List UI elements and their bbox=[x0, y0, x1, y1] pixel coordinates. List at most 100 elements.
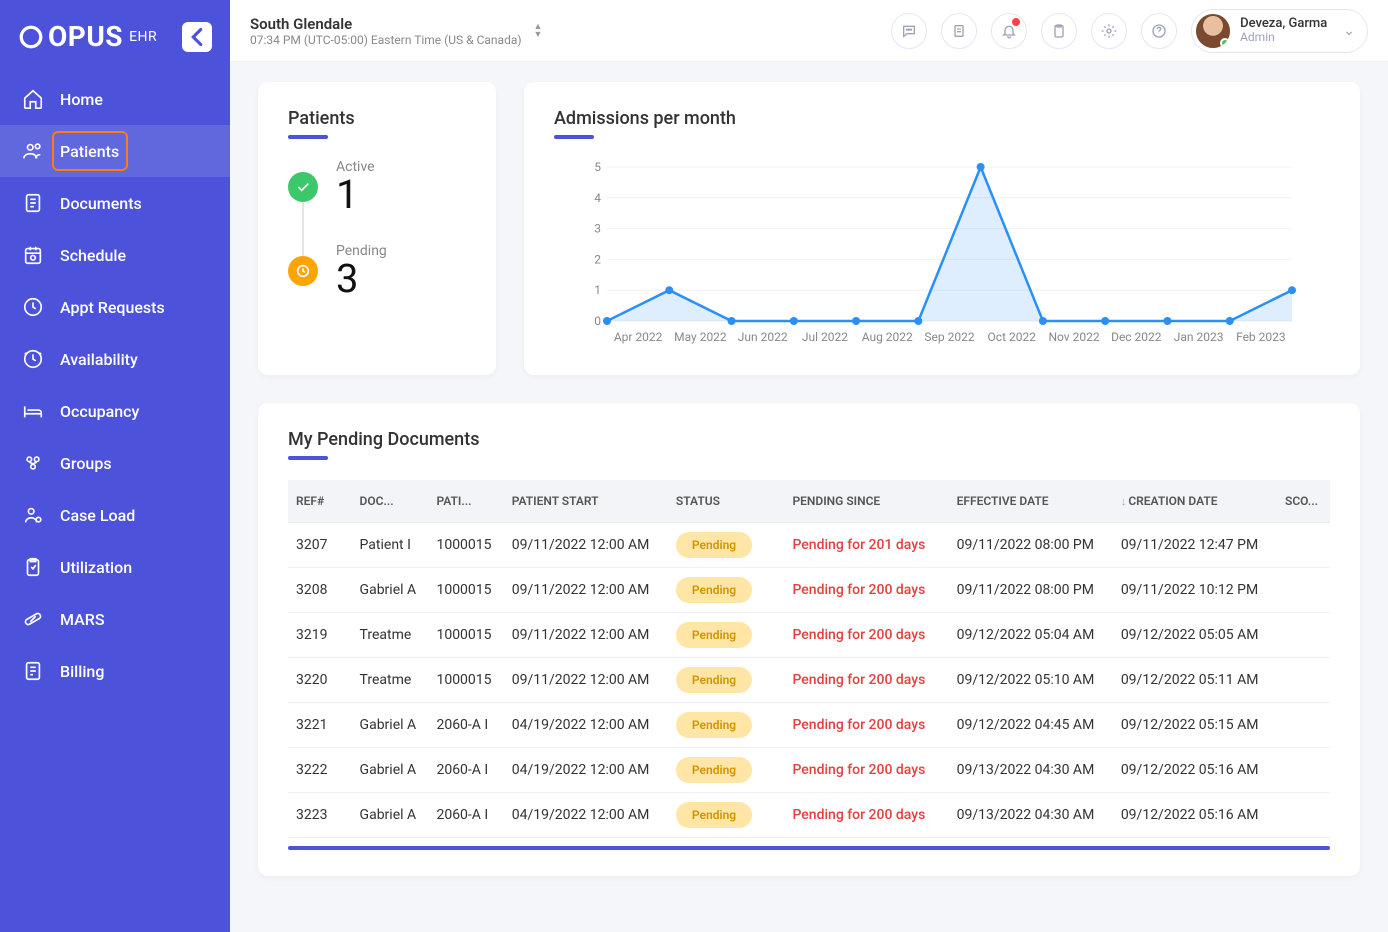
chevron-down-icon: ⌄ bbox=[1343, 23, 1355, 39]
status-badge: Pending bbox=[676, 577, 752, 603]
nav-list: Home Patients Documents Schedule Appt Re… bbox=[0, 73, 230, 697]
cell-doc: Patient I bbox=[352, 523, 429, 568]
docs-table-wrap[interactable]: REF# DOC... PATI... PATIENT START STATUS… bbox=[288, 480, 1330, 838]
title-underline bbox=[288, 135, 328, 139]
sidebar-item-availability[interactable]: Availability bbox=[0, 333, 230, 385]
cell-status: Pending bbox=[668, 748, 785, 793]
sidebar-item-home[interactable]: Home bbox=[0, 73, 230, 125]
svg-text:Oct 2022: Oct 2022 bbox=[988, 330, 1037, 344]
location-selector[interactable]: South Glendale 07:34 PM (UTC-05:00) East… bbox=[250, 15, 542, 47]
cell-effective: 09/13/2022 04:30 AM bbox=[949, 748, 1113, 793]
cell-creation: 09/12/2022 05:05 AM bbox=[1113, 613, 1277, 658]
cell-patient: 1000015 bbox=[428, 568, 503, 613]
table-row[interactable]: 3221 Gabriel A 2060-A I 04/19/2022 12:00… bbox=[288, 703, 1330, 748]
svg-text:3: 3 bbox=[594, 222, 601, 236]
cell-doc: Treatme bbox=[352, 613, 429, 658]
pending-documents-card: My Pending Documents REF# DOC... PATI...… bbox=[258, 403, 1360, 876]
title-underline bbox=[554, 135, 594, 139]
cell-doc: Gabriel A bbox=[352, 793, 429, 838]
horizontal-scrollbar[interactable] bbox=[288, 846, 1330, 850]
table-row[interactable]: 3222 Gabriel A 2060-A I 04/19/2022 12:00… bbox=[288, 748, 1330, 793]
cell-effective: 09/12/2022 04:45 AM bbox=[949, 703, 1113, 748]
title-underline bbox=[288, 456, 328, 460]
cell-sco bbox=[1277, 793, 1330, 838]
sidebar-item-billing[interactable]: Billing bbox=[0, 645, 230, 697]
table-row[interactable]: 3219 Treatme 1000015 09/11/2022 12:00 AM… bbox=[288, 613, 1330, 658]
header: South Glendale 07:34 PM (UTC-05:00) East… bbox=[230, 0, 1388, 62]
svg-text:0: 0 bbox=[594, 314, 601, 328]
sidebar-item-appt-requests[interactable]: Appt Requests bbox=[0, 281, 230, 333]
sidebar-item-occupancy[interactable]: Occupancy bbox=[0, 385, 230, 437]
cell-effective: 09/13/2022 04:30 AM bbox=[949, 793, 1113, 838]
col-since[interactable]: PENDING SINCE bbox=[784, 480, 948, 523]
cell-ref: 3219 bbox=[288, 613, 352, 658]
col-status[interactable]: STATUS bbox=[668, 480, 785, 523]
cell-patient: 1000015 bbox=[428, 658, 503, 703]
notifications-button[interactable] bbox=[991, 13, 1027, 49]
col-eff[interactable]: EFFECTIVE DATE bbox=[949, 480, 1113, 523]
cell-ref: 3223 bbox=[288, 793, 352, 838]
groups-icon bbox=[22, 452, 44, 474]
svg-text:Sep 2022: Sep 2022 bbox=[924, 330, 974, 344]
sidebar-item-label: MARS bbox=[60, 610, 105, 629]
chat-icon bbox=[901, 23, 917, 39]
document-icon bbox=[951, 23, 967, 39]
cell-effective: 09/11/2022 08:00 PM bbox=[949, 523, 1113, 568]
cell-doc: Gabriel A bbox=[352, 703, 429, 748]
cell-doc: Treatme bbox=[352, 658, 429, 703]
cell-patient: 2060-A I bbox=[428, 793, 503, 838]
tasks-button[interactable] bbox=[1041, 13, 1077, 49]
cell-start: 09/11/2022 12:00 AM bbox=[504, 523, 668, 568]
sidebar-item-mars[interactable]: MARS bbox=[0, 593, 230, 645]
settings-button[interactable] bbox=[1091, 13, 1127, 49]
cell-creation: 09/12/2022 05:11 AM bbox=[1113, 658, 1277, 703]
status-badge: Pending bbox=[676, 667, 752, 693]
cell-doc: Gabriel A bbox=[352, 568, 429, 613]
location-tz: 07:34 PM (UTC-05:00) Eastern Time (US & … bbox=[250, 33, 522, 47]
col-start[interactable]: PATIENT START bbox=[504, 480, 668, 523]
cell-sco bbox=[1277, 523, 1330, 568]
cell-since: Pending for 200 days bbox=[784, 568, 948, 613]
sidebar-item-label: Billing bbox=[60, 662, 104, 681]
chat-button[interactable] bbox=[891, 13, 927, 49]
active-value: 1 bbox=[336, 175, 375, 215]
docs-table: REF# DOC... PATI... PATIENT START STATUS… bbox=[288, 480, 1330, 838]
clipboard-check-icon bbox=[1051, 23, 1067, 39]
chart-title: Admissions per month bbox=[554, 108, 1330, 129]
status-badge: Pending bbox=[676, 622, 752, 648]
cell-status: Pending bbox=[668, 793, 785, 838]
table-row[interactable]: 3220 Treatme 1000015 09/11/2022 12:00 AM… bbox=[288, 658, 1330, 703]
status-badge: Pending bbox=[676, 712, 752, 738]
sidebar-item-patients[interactable]: Patients bbox=[0, 125, 230, 177]
table-row[interactable]: 3223 Gabriel A 2060-A I 04/19/2022 12:00… bbox=[288, 793, 1330, 838]
col-create[interactable]: ↓CREATION DATE bbox=[1113, 480, 1277, 523]
cell-status: Pending bbox=[668, 523, 785, 568]
cell-sco bbox=[1277, 568, 1330, 613]
sidebar-item-documents[interactable]: Documents bbox=[0, 177, 230, 229]
cell-effective: 09/12/2022 05:04 AM bbox=[949, 613, 1113, 658]
cell-ref: 3207 bbox=[288, 523, 352, 568]
table-row[interactable]: 3208 Gabriel A 1000015 09/11/2022 12:00 … bbox=[288, 568, 1330, 613]
pill-icon bbox=[22, 608, 44, 630]
sidebar-item-groups[interactable]: Groups bbox=[0, 437, 230, 489]
avatar bbox=[1196, 14, 1230, 48]
sidebar-item-schedule[interactable]: Schedule bbox=[0, 229, 230, 281]
sidebar-collapse-button[interactable] bbox=[182, 22, 212, 52]
user-menu[interactable]: Deveza, Garma Admin ⌄ bbox=[1191, 9, 1368, 53]
table-row[interactable]: 3207 Patient I 1000015 09/11/2022 12:00 … bbox=[288, 523, 1330, 568]
table-header-row: REF# DOC... PATI... PATIENT START STATUS… bbox=[288, 480, 1330, 523]
notes-button[interactable] bbox=[941, 13, 977, 49]
patients-icon bbox=[22, 140, 44, 162]
cell-creation: 09/12/2022 05:16 AM bbox=[1113, 748, 1277, 793]
col-sco[interactable]: SCO... bbox=[1277, 480, 1330, 523]
col-doc[interactable]: DOC... bbox=[352, 480, 429, 523]
content: Patients Active 1 bbox=[230, 62, 1388, 932]
col-pat[interactable]: PATI... bbox=[428, 480, 503, 523]
svg-text:4: 4 bbox=[594, 191, 601, 205]
help-button[interactable] bbox=[1141, 13, 1177, 49]
col-ref[interactable]: REF# bbox=[288, 480, 352, 523]
highlight-box bbox=[52, 131, 128, 171]
sidebar-item-case-load[interactable]: Case Load bbox=[0, 489, 230, 541]
sidebar-item-utilization[interactable]: Utilization bbox=[0, 541, 230, 593]
svg-text:Jun 2022: Jun 2022 bbox=[738, 330, 788, 344]
